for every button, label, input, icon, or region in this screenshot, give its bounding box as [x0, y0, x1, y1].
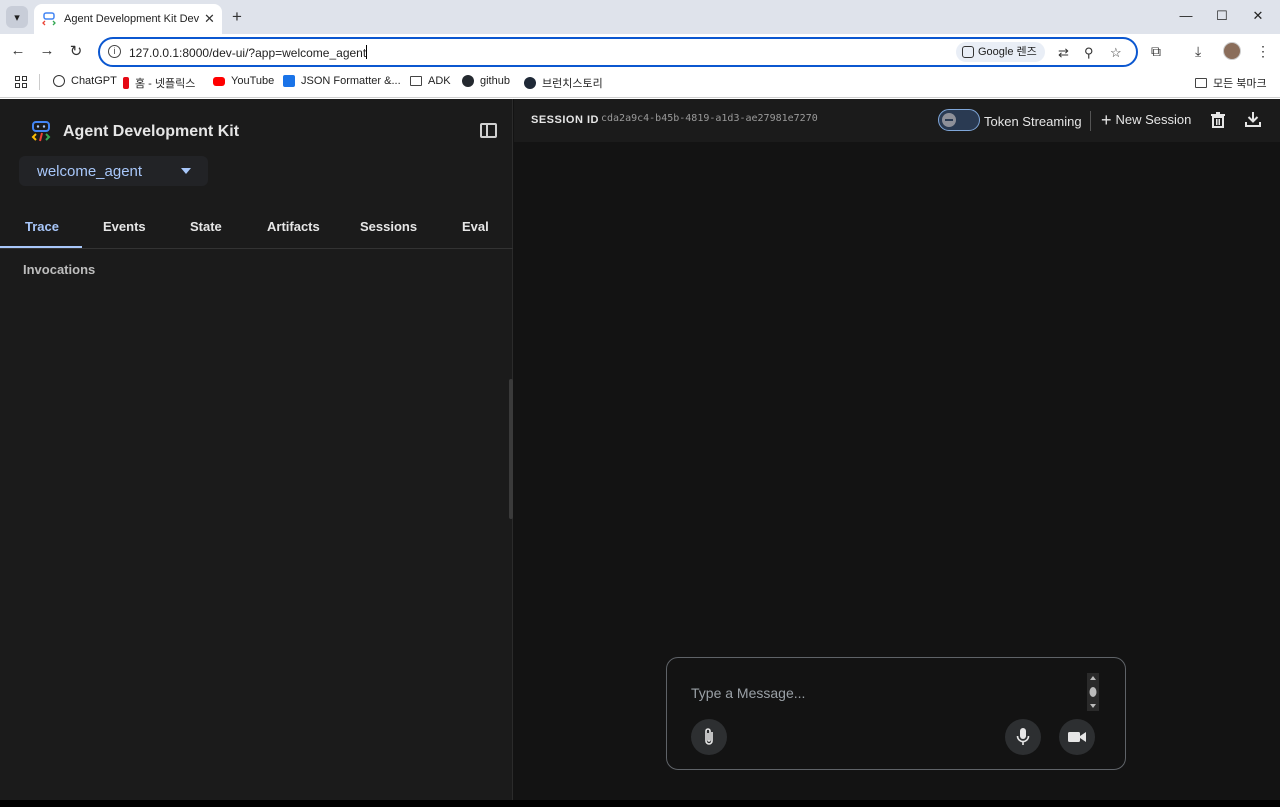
tab-eval[interactable]: Eval — [462, 219, 489, 234]
sidebar-tabs: Trace Events State Artifacts Sessions Ev… — [0, 209, 513, 249]
bookmark-youtube[interactable]: YouTube — [213, 75, 274, 87]
youtube-icon — [213, 76, 225, 86]
reload-button[interactable]: ↻ — [66, 42, 86, 60]
input-scroll-control[interactable] — [1087, 673, 1099, 711]
netflix-icon — [123, 77, 129, 89]
toggle-knob — [942, 113, 956, 127]
tab-search-button[interactable]: ▾ — [6, 6, 28, 28]
paperclip-icon — [705, 728, 713, 745]
token-streaming-toggle[interactable] — [938, 109, 980, 131]
tab-events[interactable]: Events — [103, 219, 146, 234]
agent-select-value: welcome_agent — [37, 163, 143, 180]
microphone-icon — [1016, 728, 1030, 745]
maximize-button[interactable]: ☐ — [1212, 8, 1232, 24]
message-composer: Type a Message... — [666, 657, 1126, 770]
apps-grid-icon[interactable] — [15, 76, 27, 88]
session-id-label: SESSION ID — [531, 114, 599, 126]
bookmarks-divider — [39, 74, 40, 90]
sidebar-scrollbar[interactable] — [509, 379, 513, 519]
bookmark-chatgpt[interactable]: ChatGPT — [53, 75, 117, 87]
all-bookmarks-folder[interactable]: 모든 북마크 — [1195, 75, 1267, 91]
dropdown-arrow-icon — [181, 168, 191, 174]
sidebar: Agent Development Kit welcome_agent Trac… — [0, 99, 513, 800]
brand-title: Agent Development Kit — [63, 123, 240, 140]
chatgpt-icon — [53, 75, 65, 87]
translate-icon[interactable]: ⇄ — [1058, 45, 1069, 61]
video-button[interactable] — [1059, 719, 1095, 755]
tab-strip: ▾ Agent Development Kit Dev UI ✕ + — ☐ ✕ — [0, 0, 1280, 34]
address-bar[interactable]: i 127.0.0.1:8000/dev-ui/?app=welcome_age… — [98, 37, 1138, 67]
delete-session-icon[interactable] — [1211, 112, 1225, 128]
agent-select[interactable]: welcome_agent — [19, 156, 208, 186]
close-window-button[interactable]: ✕ — [1248, 8, 1268, 24]
url-text: 127.0.0.1:8000/dev-ui/?app=welcome_agent — [129, 45, 368, 60]
brunch-icon — [524, 77, 536, 89]
active-tab-indicator — [0, 246, 82, 248]
profile-avatar[interactable] — [1223, 42, 1241, 60]
browser-tab[interactable]: Agent Development Kit Dev UI ✕ — [34, 4, 222, 34]
attach-file-button[interactable] — [691, 719, 727, 755]
browser-toolbar: ← → ↻ i 127.0.0.1:8000/dev-ui/?app=welco… — [0, 34, 1280, 70]
bookmark-folder-adk[interactable]: ADK — [410, 75, 451, 87]
github-icon — [462, 75, 474, 87]
folder-icon — [410, 76, 422, 86]
download-session-icon[interactable] — [1245, 111, 1261, 127]
browser-menu-icon[interactable]: ⋮ — [1256, 43, 1270, 60]
session-header: SESSION ID cda2a9c4-b45b-4819-a1d3-ae279… — [514, 99, 1280, 142]
tab-state[interactable]: State — [190, 219, 222, 234]
tab-artifacts[interactable]: Artifacts — [267, 219, 320, 234]
adk-app: Agent Development Kit welcome_agent Trac… — [0, 99, 1280, 800]
collapse-sidebar-icon[interactable] — [480, 123, 497, 138]
adk-logo-icon — [30, 120, 52, 142]
os-taskbar-edge — [0, 800, 1280, 807]
video-camera-icon — [1068, 732, 1086, 742]
folder-icon — [1195, 78, 1207, 88]
zoom-icon[interactable]: ⚲ — [1084, 45, 1094, 61]
bookmark-brunch[interactable]: 브런치스토리 — [524, 75, 603, 91]
header-divider — [1090, 111, 1091, 131]
token-streaming-label: Token Streaming — [984, 114, 1082, 129]
tab-trace[interactable]: Trace — [25, 219, 59, 234]
back-button[interactable]: ← — [8, 42, 28, 59]
tab-close-icon[interactable]: ✕ — [204, 11, 215, 27]
plus-icon: + — [1101, 109, 1112, 130]
bookmark-netflix[interactable]: 홈 - 넷플릭스 — [123, 75, 195, 91]
bookmark-github[interactable]: github — [462, 75, 510, 87]
session-id-value: cda2a9c4-b45b-4819-a1d3-ae27981e7270 — [601, 113, 818, 124]
minimize-button[interactable]: — — [1176, 8, 1196, 23]
microphone-button[interactable] — [1005, 719, 1041, 755]
bookmark-star-icon[interactable]: ☆ — [1110, 45, 1122, 61]
tab-title: Agent Development Kit Dev UI — [64, 13, 200, 25]
chat-panel: SESSION ID cda2a9c4-b45b-4819-a1d3-ae279… — [514, 99, 1280, 800]
browser-chrome: ▾ Agent Development Kit Dev UI ✕ + — ☐ ✕… — [0, 0, 1280, 99]
extensions-icon[interactable]: ⧉ — [1151, 43, 1161, 60]
forward-button[interactable]: → — [37, 42, 57, 59]
google-lens-button[interactable]: Google 렌즈 — [956, 42, 1045, 62]
adk-favicon-icon — [42, 12, 56, 26]
json-formatter-icon — [283, 75, 295, 87]
new-session-button[interactable]: + New Session — [1101, 109, 1191, 130]
downloads-icon[interactable]: ⤓ — [1195, 43, 1201, 60]
invocations-heading: Invocations — [23, 262, 96, 277]
bookmark-json-formatter[interactable]: JSON Formatter &... — [283, 75, 401, 87]
tab-sessions[interactable]: Sessions — [360, 219, 417, 234]
message-input[interactable]: Type a Message... — [691, 685, 805, 701]
site-info-icon[interactable]: i — [108, 45, 121, 58]
new-tab-button[interactable]: + — [232, 7, 242, 27]
